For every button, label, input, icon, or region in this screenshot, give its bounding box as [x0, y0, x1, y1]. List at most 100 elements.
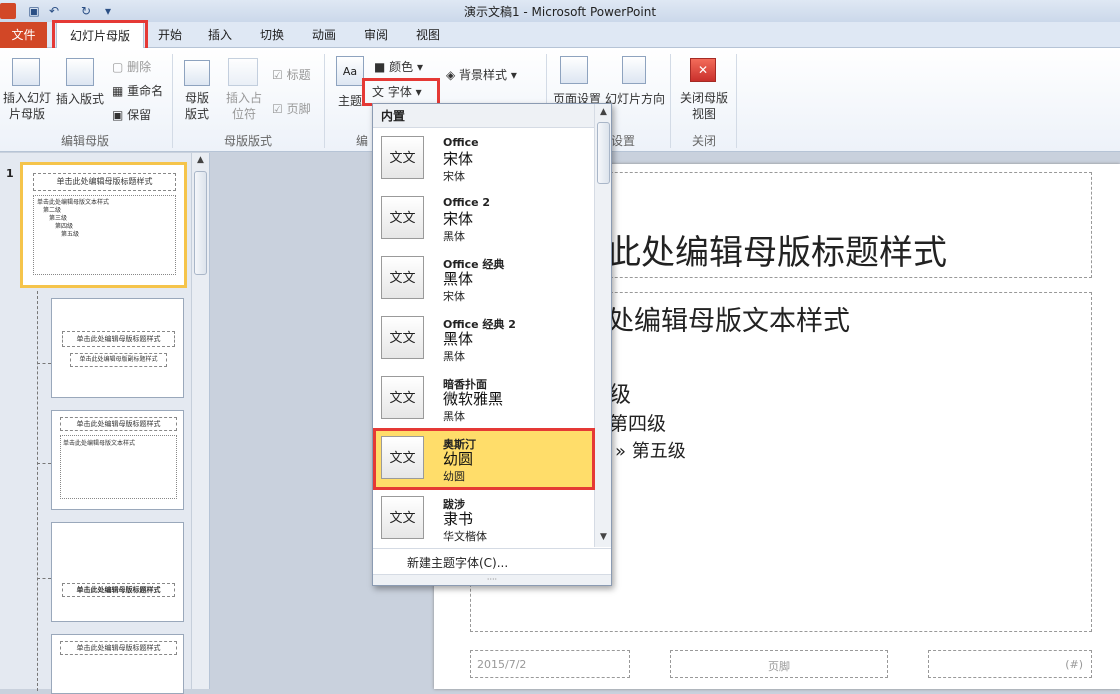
tab-insert[interactable]: 插入	[200, 22, 240, 48]
rename-icon: ▦	[112, 84, 128, 98]
layout-connector	[37, 463, 51, 464]
tab-animations[interactable]: 动画	[304, 22, 344, 48]
slide-number-placeholder[interactable]: (#)	[928, 650, 1092, 678]
fonts-dropdown-header: 内置	[373, 104, 594, 128]
scroll-thumb[interactable]	[597, 122, 610, 184]
footer-text: 页脚	[768, 660, 790, 673]
scroll-thumb[interactable]	[194, 171, 207, 275]
font-item-office[interactable]: 文文 Office 宋体 宋体	[374, 130, 594, 190]
font-item-bashe[interactable]: 文文 跋涉 隶书 华文楷体	[374, 490, 594, 546]
checkbox-icon: ☑	[272, 102, 287, 116]
resize-grip-icon[interactable]: ····	[373, 574, 611, 585]
body-level3-text: 级	[609, 383, 632, 408]
tab-file[interactable]: 文件	[0, 22, 47, 48]
thumbnail-body: 单击此处编辑母版文本样式 第二级 第三级 第四级 第五级	[33, 195, 176, 275]
font-heading: 隶书	[443, 510, 474, 528]
layout-connector	[37, 363, 51, 364]
insert-placeholder-icon	[228, 58, 258, 86]
checkbox-icon: ☑	[272, 68, 287, 82]
font-preview-swatch: 文文	[381, 256, 424, 299]
thumbnail-body: 单击此处编辑母版文本样式	[60, 435, 177, 499]
group-label-edit-master: 编辑母版	[60, 134, 109, 148]
scroll-down-icon[interactable]: ▼	[597, 532, 610, 542]
group-label-close: 关闭	[691, 134, 716, 148]
layout-connector	[37, 578, 51, 579]
thumbnail-scrollbar[interactable]: ▲	[191, 153, 209, 689]
new-theme-fonts-item[interactable]: 新建主题字体(C)...	[373, 548, 611, 574]
date-text: 2015/7/2	[477, 658, 527, 671]
slide-orientation-button[interactable]: 幻灯片方向	[604, 90, 666, 107]
group-label-master-layout: 母版版式	[223, 134, 272, 148]
colors-icon: ■	[374, 60, 390, 74]
page-setup-icon	[560, 56, 588, 84]
scroll-up-icon[interactable]: ▲	[194, 155, 207, 165]
group-separator	[736, 54, 737, 148]
font-body: 宋体	[443, 170, 465, 183]
fonts-dropdown-scrollbar[interactable]: ▲ ▼	[594, 104, 611, 547]
slide-thumbnail-pane: 1 单击此处编辑母版标题样式 单击此处编辑母版文本样式 第二级 第三级 第四级 …	[0, 153, 210, 694]
font-preview-swatch: 文文	[381, 196, 424, 239]
themes-button[interactable]: 主题	[334, 92, 366, 109]
body-level1-text: 处编辑母版文本样式	[607, 306, 850, 337]
scroll-up-icon[interactable]: ▲	[597, 107, 610, 117]
group-separator	[172, 54, 173, 148]
slide-title-text: 此处编辑母版标题样式	[607, 233, 947, 273]
thumbnail-section-layout[interactable]: 单击此处编辑母版标题样式	[51, 522, 184, 622]
footer-placeholder[interactable]: 页脚	[670, 650, 888, 678]
themes-icon: Aa	[336, 56, 364, 86]
preserve-button[interactable]: ▣ 保留	[112, 106, 151, 123]
background-styles-button[interactable]: ◈ 背景样式 ▾	[446, 66, 517, 83]
thumbnail-title: 单击此处编辑母版标题样式	[60, 641, 177, 655]
title-checkbox[interactable]: ☑ 标题	[272, 66, 311, 83]
insert-slide-master-button[interactable]: 插入幻灯片母版	[2, 90, 52, 122]
slide-number: 1	[6, 167, 14, 180]
body-level5-text: » 第五级	[615, 441, 686, 462]
window-title: 演示文稿1 - Microsoft PowerPoint	[463, 5, 657, 19]
thumbnail-subtitle: 单击此处编辑母版副标题样式	[70, 353, 167, 367]
group-label-edit-theme: 编	[355, 134, 368, 148]
layout-connector	[37, 291, 38, 691]
tab-slide-master[interactable]: 幻灯片母版	[56, 22, 144, 49]
font-heading: 黑体	[443, 330, 474, 348]
master-layout-button[interactable]: 母版版式	[180, 90, 214, 122]
font-body: 宋体	[443, 290, 465, 303]
rename-button[interactable]: ▦ 重命名	[112, 82, 163, 99]
font-item-office-2[interactable]: 文文 Office 2 宋体 黑体	[374, 190, 594, 250]
thumbnail-two-content-layout[interactable]: 单击此处编辑母版标题样式	[51, 634, 184, 694]
tab-review[interactable]: 审阅	[356, 22, 396, 48]
close-master-view-button[interactable]: 关闭母版视图	[676, 90, 732, 122]
title-bar: ▣ ↶ ↻ ▾ 演示文稿1 - Microsoft PowerPoint	[0, 0, 1120, 22]
colors-button[interactable]: ■ 颜色 ▾	[374, 58, 423, 75]
footer-checkbox[interactable]: ☑ 页脚	[272, 100, 311, 117]
font-item-anxiang[interactable]: 文文 暗香扑面 微软雅黑 黑体	[374, 370, 594, 430]
font-item-office-classic[interactable]: 文文 Office 经典 黑体 宋体	[374, 250, 594, 310]
thumbnail-title: 单击此处编辑母版标题样式	[62, 331, 175, 347]
tab-view[interactable]: 视图	[408, 22, 448, 48]
font-preview-swatch: 文文	[381, 316, 424, 359]
insert-layout-icon	[66, 58, 94, 86]
insert-placeholder-button[interactable]: 插入占位符	[222, 90, 266, 122]
tab-home[interactable]: 开始	[150, 22, 190, 48]
date-placeholder[interactable]: 2015/7/2	[470, 650, 630, 678]
thumbnail-slide-master[interactable]: 单击此处编辑母版标题样式 单击此处编辑母版文本样式 第二级 第三级 第四级 第五…	[20, 162, 187, 288]
thumbnail-title: 单击此处编辑母版标题样式	[60, 417, 177, 431]
font-item-austin[interactable]: 文文 奥斯汀 幼圆 幼圆	[374, 430, 594, 490]
background-styles-icon: ◈	[446, 68, 460, 82]
body-level4-text: 第四级	[609, 413, 667, 435]
font-item-office-classic-2[interactable]: 文文 Office 经典 2 黑体 黑体	[374, 310, 594, 370]
master-layout-icon	[184, 60, 210, 86]
thumbnail-title-layout[interactable]: 单击此处编辑母版标题样式 单击此处编辑母版副标题样式	[51, 298, 184, 398]
font-body: 幼圆	[443, 470, 465, 483]
tab-transitions[interactable]: 切换	[252, 22, 292, 48]
font-preview-swatch: 文文	[381, 376, 424, 419]
group-separator	[670, 54, 671, 148]
font-body: 黑体	[443, 410, 465, 423]
thumbnail-content-layout[interactable]: 单击此处编辑母版标题样式 单击此处编辑母版文本样式	[51, 410, 184, 510]
insert-layout-button[interactable]: 插入版式	[52, 90, 108, 107]
slide-orientation-icon	[622, 56, 646, 84]
fonts-button[interactable]: 文 字体 ▾	[372, 83, 422, 100]
font-body: 黑体	[443, 350, 465, 363]
delete-button[interactable]: ▢ 删除	[112, 58, 151, 75]
close-master-view-icon: ✕	[690, 58, 716, 82]
font-heading: 微软雅黑	[443, 390, 504, 408]
